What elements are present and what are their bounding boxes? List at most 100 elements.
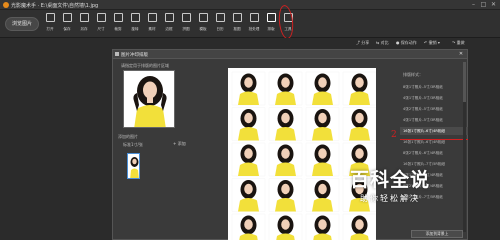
grid-portrait [268, 213, 303, 240]
undo-label: 撤销 [428, 40, 437, 45]
layout-icon [266, 13, 276, 22]
rotate-icon [130, 13, 140, 22]
source-region-label: 请指定用于排版的图片区域 [121, 63, 169, 68]
tool-template[interactable]: 模板 [195, 13, 211, 32]
tool-label: 排版 [267, 26, 275, 31]
main-toolbar: 浏览图片 打开 保存 另存 尺寸 裁剪 旋转 素材 边框 拼图 模板 日历 抠图 批处理 排版 工具 [0, 10, 500, 38]
grid-portrait [231, 142, 266, 177]
add-image-button[interactable]: + 添加 [173, 141, 186, 147]
close-button[interactable]: ✕ [490, 1, 497, 8]
tool-label: 另存 [80, 26, 88, 31]
grid-portrait [231, 107, 266, 141]
calendar-icon [215, 13, 225, 22]
grid-portrait [268, 71, 303, 106]
grid-portrait [231, 178, 266, 212]
share-button[interactable]: ⤴ 分享 [356, 40, 369, 46]
window-controls: – □ ✕ [470, 1, 497, 8]
tool-label: 裁剪 [114, 26, 122, 31]
tool-collage[interactable]: 拼图 [178, 13, 194, 32]
dialog-icon [115, 52, 119, 56]
save-action-button[interactable]: ● 保存动作 [396, 40, 417, 46]
tool-cutout[interactable]: 抠图 [229, 13, 245, 32]
grid-portrait [305, 213, 340, 240]
share-label: 分享 [361, 40, 370, 45]
save-action-label: 保存动作 [400, 40, 417, 45]
title-bar: 光影魔术手 · E:\桌面文件\自然墙\1.jpg – □ ✕ [0, 0, 500, 10]
tool-label: 边框 [165, 26, 173, 31]
compare-button[interactable]: ⇆ 对比 [376, 40, 389, 46]
sub-toolbar: ⤴ 分享 ⇆ 对比 ● 保存动作 ↶ 撤销 ▾ ↷ 重做 [0, 38, 500, 49]
added-image-thumbnail[interactable] [127, 153, 140, 179]
tool-label: 保存 [63, 26, 71, 31]
tool-open[interactable]: 打开 [42, 13, 58, 32]
tool-calendar[interactable]: 日历 [212, 13, 228, 32]
grid-portrait [231, 213, 266, 240]
tool-material[interactable]: 素材 [144, 13, 160, 32]
scrollbar-thumb[interactable] [463, 62, 466, 102]
batch-icon [249, 13, 259, 22]
photo-grid [231, 71, 376, 240]
options-scrollbar[interactable] [463, 62, 466, 232]
layout-option[interactable]: 4张1寸照片–5寸/3R相纸 [400, 116, 468, 124]
tool-frame[interactable]: 边框 [161, 13, 177, 32]
resize-icon [96, 13, 106, 22]
browse-images-button[interactable]: 浏览图片 [5, 17, 39, 31]
tool-label: 打开 [46, 26, 54, 31]
maximize-button[interactable]: □ [480, 1, 487, 8]
cutout-icon [232, 13, 242, 22]
grid-portrait [342, 213, 376, 240]
added-images-label: 添加的图片 [118, 134, 138, 139]
tool-label: 尺寸 [97, 26, 105, 31]
tool-label: 旋转 [131, 26, 139, 31]
tool-save[interactable]: 保存 [59, 13, 75, 32]
layout-option[interactable]: 4张2寸照片–5寸/3R相纸 [400, 105, 468, 113]
tool-resize[interactable]: 尺寸 [93, 13, 109, 32]
tool-label: 模板 [199, 26, 207, 31]
tool-crop[interactable]: 裁剪 [110, 13, 126, 32]
watermark: 百科全说 助你轻松解决 [330, 165, 450, 204]
minimize-button[interactable]: – [470, 1, 477, 8]
compare-label: 对比 [380, 40, 389, 45]
annotation-underline [400, 139, 468, 140]
window-title: 光影魔术手 · E:\桌面文件\自然墙\1.jpg [11, 3, 99, 9]
crop-icon [113, 13, 123, 22]
tool-batch[interactable]: 批处理 [246, 13, 262, 32]
grid-portrait [305, 107, 340, 141]
dialog-title: 图片冲印排版 [121, 53, 148, 58]
annotation-number: 2 [391, 130, 397, 140]
grid-portrait [268, 178, 303, 212]
watermark-sub: 助你轻松解决 [360, 194, 420, 203]
dialog-close-button[interactable]: ✕ [458, 51, 464, 57]
add-to-background-button[interactable]: 添加到背景上 [411, 230, 463, 238]
layout-option[interactable]: 8张2寸照片–6寸/4R相纸 [400, 149, 468, 157]
tool-label: 批处理 [248, 26, 260, 31]
tool-label: 抠图 [233, 26, 241, 31]
frame-icon [164, 13, 174, 22]
save-as-icon [79, 13, 89, 22]
grid-portrait [268, 142, 303, 177]
dialog-header: 图片冲印排版 ✕ [113, 50, 467, 59]
layout-option[interactable]: 16张1寸照片–6寸/4R相纸 [400, 127, 468, 135]
print-layout-dialog: 图片冲印排版 ✕ 请指定用于排版的图片区域 添加的图片 标准1寸/张 + 添加 … [112, 49, 468, 240]
tool-layout[interactable]: 排版 [263, 13, 279, 32]
tool-save-as[interactable]: 另存 [76, 13, 92, 32]
layout-option[interactable]: 8张1寸照片–5寸/3R相纸 [400, 83, 468, 91]
undo-button[interactable]: ↶ 撤销 ▾ [424, 40, 440, 46]
tool-rotate[interactable]: 旋转 [127, 13, 143, 32]
layout-option[interactable]: 4张1寸照片–5寸/3R相纸 [400, 94, 468, 102]
layout-style-label: 排版样式： [403, 72, 423, 77]
tool-label: 拼图 [182, 26, 190, 31]
print-sheet-preview [228, 68, 376, 240]
spec-label: 标准1寸/张 [123, 142, 143, 147]
redo-button[interactable]: ↷ 重做 [452, 40, 465, 46]
open-icon [45, 13, 55, 22]
tool-label: 素材 [148, 26, 156, 31]
collage-icon [181, 13, 191, 22]
tool-label: 日历 [216, 26, 224, 31]
save-icon [62, 13, 72, 22]
grid-portrait [305, 71, 340, 106]
redo-label: 重做 [456, 40, 465, 45]
grid-portrait [342, 107, 376, 141]
source-portrait-image[interactable] [123, 70, 175, 128]
watermark-main: 百科全说 [349, 169, 430, 191]
